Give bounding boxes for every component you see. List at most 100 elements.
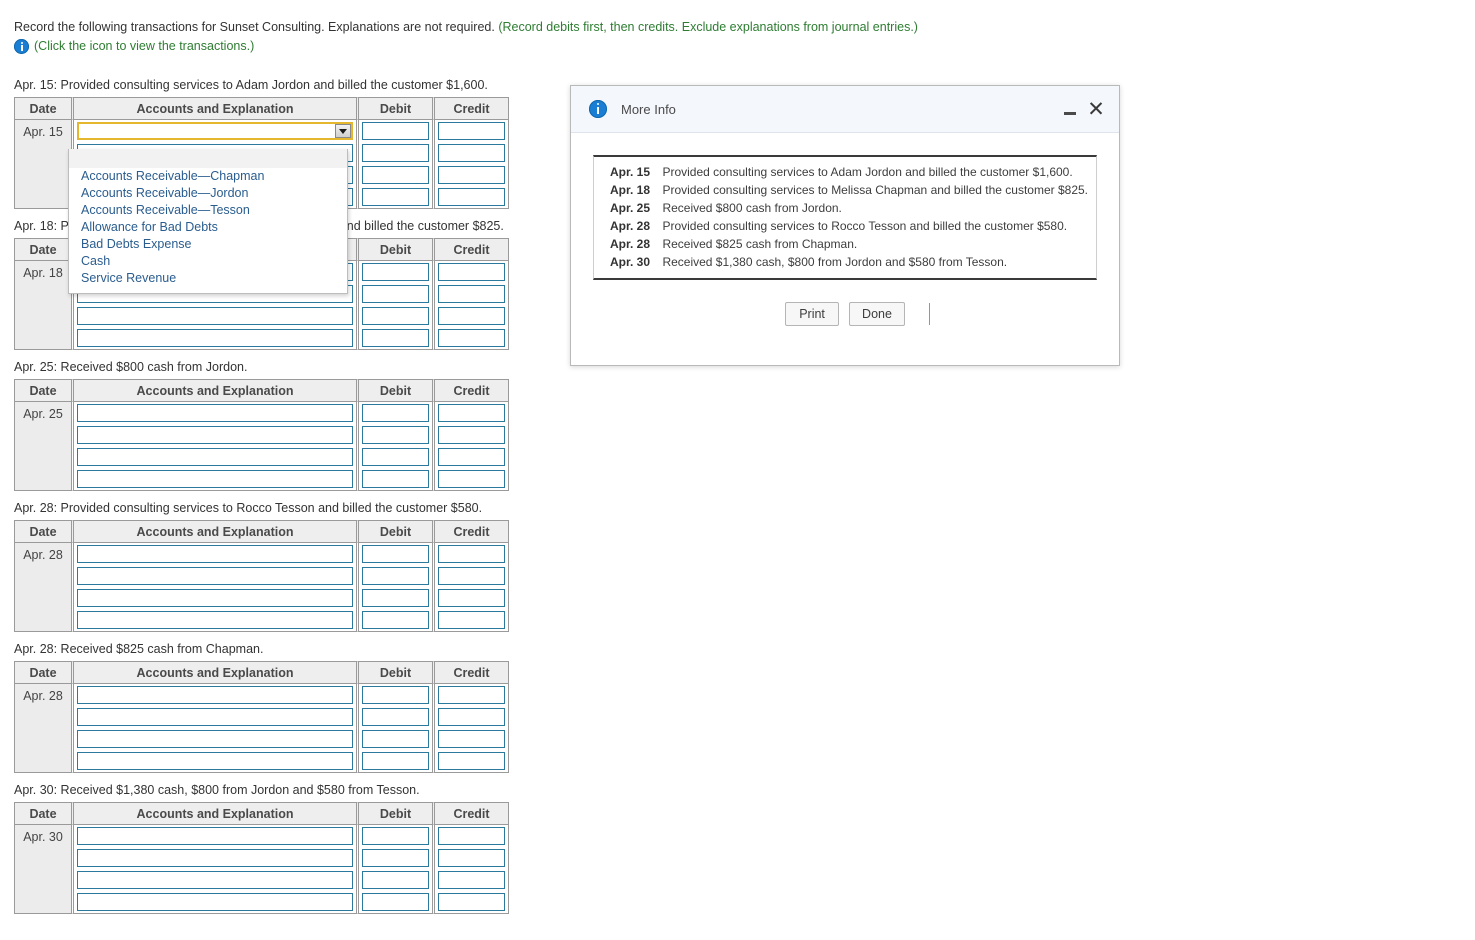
debit-input[interactable] xyxy=(362,404,429,422)
account-input[interactable] xyxy=(77,752,353,770)
credit-input[interactable] xyxy=(438,144,505,162)
debit-input[interactable] xyxy=(362,285,429,303)
credit-cell xyxy=(432,728,509,750)
account-input[interactable] xyxy=(77,404,353,422)
debit-input[interactable] xyxy=(362,188,429,206)
credit-input[interactable] xyxy=(438,448,505,466)
credit-input[interactable] xyxy=(438,188,505,206)
column-header-credit: Credit xyxy=(432,97,509,120)
credit-input[interactable] xyxy=(438,871,505,889)
transaction-description: Received $1,380 cash, $800 from Jordon a… xyxy=(662,255,1008,269)
debit-input[interactable] xyxy=(362,752,429,770)
credit-input[interactable] xyxy=(438,166,505,184)
debit-input[interactable] xyxy=(362,144,429,162)
credit-input[interactable] xyxy=(438,686,505,704)
journal-entry-row: Apr. 25 xyxy=(14,402,509,491)
account-input[interactable] xyxy=(77,849,353,867)
debit-cell xyxy=(356,869,432,891)
debit-input[interactable] xyxy=(362,426,429,444)
debit-input[interactable] xyxy=(362,448,429,466)
credit-input[interactable] xyxy=(438,404,505,422)
credit-cell xyxy=(432,261,509,283)
account-input[interactable] xyxy=(77,426,353,444)
debit-cell xyxy=(356,609,432,632)
credit-input[interactable] xyxy=(438,752,505,770)
credit-input[interactable] xyxy=(438,545,505,563)
debit-input[interactable] xyxy=(362,849,429,867)
credit-input[interactable] xyxy=(438,470,505,488)
account-input[interactable] xyxy=(77,611,353,629)
debit-input[interactable] xyxy=(362,470,429,488)
credit-input[interactable] xyxy=(438,263,505,281)
info-icon[interactable] xyxy=(14,39,29,54)
debit-input[interactable] xyxy=(362,871,429,889)
debit-input[interactable] xyxy=(362,827,429,845)
debit-cell xyxy=(356,424,432,446)
dropdown-option[interactable]: Accounts Receivable—Chapman xyxy=(69,168,347,185)
credit-input[interactable] xyxy=(438,730,505,748)
dropdown-option[interactable]: Cash xyxy=(69,253,347,270)
entry-date-cell: Apr. 15 xyxy=(14,120,71,209)
minimize-button[interactable] xyxy=(1057,96,1083,122)
account-input[interactable] xyxy=(77,871,353,889)
debit-input[interactable] xyxy=(362,329,429,347)
account-input[interactable] xyxy=(77,329,353,347)
dropdown-option[interactable]: Allowance for Bad Debts xyxy=(69,219,347,236)
credit-input[interactable] xyxy=(438,611,505,629)
credit-input[interactable] xyxy=(438,567,505,585)
credit-input[interactable] xyxy=(438,893,505,911)
close-button[interactable]: ✕ xyxy=(1083,96,1109,122)
account-input[interactable] xyxy=(77,708,353,726)
chevron-down-icon[interactable] xyxy=(335,124,351,138)
debit-input[interactable] xyxy=(362,567,429,585)
credit-input[interactable] xyxy=(438,849,505,867)
instructions-line-1: Record the following transactions for Su… xyxy=(14,19,918,36)
account-input[interactable] xyxy=(77,589,353,607)
debit-input[interactable] xyxy=(362,730,429,748)
done-button[interactable]: Done xyxy=(849,302,905,326)
credit-input[interactable] xyxy=(438,589,505,607)
account-input[interactable] xyxy=(77,567,353,585)
account-select[interactable] xyxy=(77,122,353,140)
account-input[interactable] xyxy=(77,686,353,704)
dropdown-option[interactable]: Bad Debts Expense xyxy=(69,236,347,253)
account-input[interactable] xyxy=(77,827,353,845)
debit-input[interactable] xyxy=(362,122,429,140)
debit-input[interactable] xyxy=(362,307,429,325)
credit-input[interactable] xyxy=(438,708,505,726)
account-dropdown-list[interactable]: Accounts Receivable—Chapman Accounts Rece… xyxy=(68,149,348,294)
debit-input[interactable] xyxy=(362,686,429,704)
debit-input[interactable] xyxy=(362,611,429,629)
account-input[interactable] xyxy=(77,545,353,563)
instructions-click-icon-text: (Click the icon to view the transactions… xyxy=(34,39,255,53)
credit-input[interactable] xyxy=(438,307,505,325)
debit-input[interactable] xyxy=(362,166,429,184)
account-cell xyxy=(71,120,356,142)
credit-input[interactable] xyxy=(438,827,505,845)
dropdown-option[interactable]: Accounts Receivable—Tesson xyxy=(69,202,347,219)
dropdown-option[interactable]: Service Revenue xyxy=(69,270,347,287)
account-input[interactable] xyxy=(77,470,353,488)
credit-input[interactable] xyxy=(438,426,505,444)
account-input[interactable] xyxy=(77,307,353,325)
credit-input[interactable] xyxy=(438,285,505,303)
debit-input[interactable] xyxy=(362,708,429,726)
account-input[interactable] xyxy=(77,448,353,466)
debit-input[interactable] xyxy=(362,545,429,563)
transaction-row: Apr. 28 Provided consulting services to R… xyxy=(602,217,1088,235)
print-button[interactable]: Print xyxy=(785,302,840,326)
account-input[interactable] xyxy=(77,893,353,911)
debit-cell xyxy=(356,847,432,869)
account-select-wrap xyxy=(77,122,353,140)
dropdown-option[interactable]: Accounts Receivable—Jordon xyxy=(69,185,347,202)
credit-cell xyxy=(432,587,509,609)
account-input[interactable] xyxy=(77,730,353,748)
credit-input[interactable] xyxy=(438,122,505,140)
account-cell xyxy=(71,847,356,869)
debit-input[interactable] xyxy=(362,263,429,281)
dropdown-option-blank[interactable] xyxy=(69,149,347,168)
credit-input[interactable] xyxy=(438,329,505,347)
debit-input[interactable] xyxy=(362,893,429,911)
column-header-credit: Credit xyxy=(432,661,509,684)
debit-input[interactable] xyxy=(362,589,429,607)
